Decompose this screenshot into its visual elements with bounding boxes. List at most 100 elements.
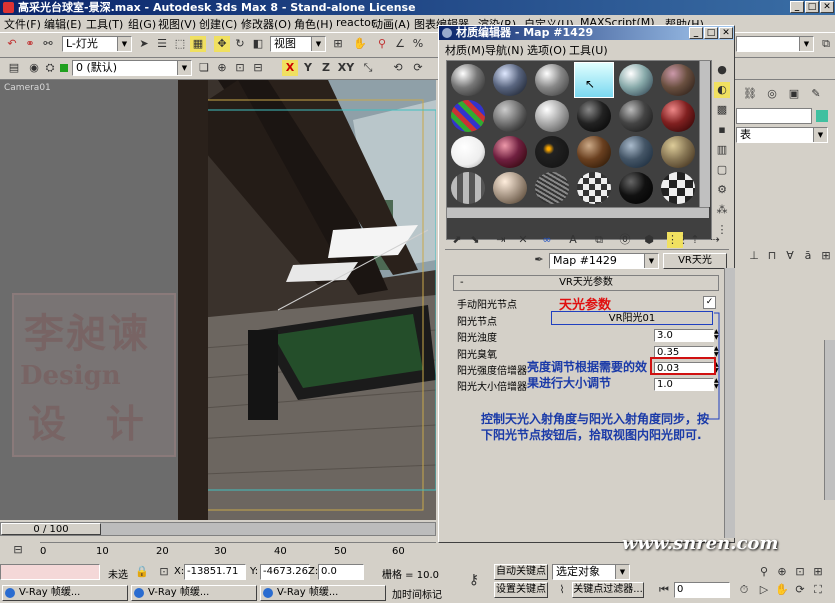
eye-icon[interactable]: ◉ [26, 60, 42, 76]
angle-snap-icon[interactable]: ∠ [392, 36, 408, 52]
layer-select[interactable]: 0 (默认) ▼ [72, 60, 192, 76]
select-by-name-icon[interactable]: ☰ [154, 36, 170, 52]
zoom-icon[interactable]: ⚲ [756, 564, 772, 580]
menu-reactor[interactable]: reactor [336, 16, 375, 29]
menu-edit[interactable]: 编辑(E) [44, 16, 82, 32]
x-coord-field[interactable]: -13851.71 [184, 564, 246, 580]
menu-character[interactable]: 角色(H) [294, 16, 333, 32]
rotate-icon[interactable]: ↻ [232, 36, 248, 52]
percent-snap-icon[interactable]: % [410, 36, 426, 52]
params-scrollbar[interactable] [724, 268, 735, 538]
ref-coord-select[interactable]: 视图 ▼ [270, 36, 326, 52]
menu-file[interactable]: 文件(F) [4, 16, 41, 32]
pin-stack-icon[interactable]: ⊥ [746, 248, 762, 264]
normal-align-icon[interactable]: ⟳ [410, 60, 426, 76]
mirror-icon[interactable]: ⧉ [818, 36, 834, 52]
show-end-result-icon[interactable]: ⊓ [764, 248, 780, 264]
display-icon[interactable]: ▣ [786, 86, 802, 102]
absolute-mode-icon[interactable]: ⊡ [156, 564, 172, 580]
align-icon[interactable]: ⟲ [390, 60, 406, 76]
unlink-icon[interactable]: ⚯ [40, 36, 56, 52]
menu-modifiers[interactable]: 修改器(O) [241, 16, 291, 32]
axis-constraint-icon[interactable]: ⤡ [360, 60, 376, 76]
tick-label: 60 [392, 546, 405, 557]
vray-frame-buffer-1-label: V-Ray 帧缓... [19, 587, 81, 598]
set-key-button[interactable]: 设置关键点 [494, 582, 548, 598]
make-unique-icon[interactable]: ∀ [782, 248, 798, 264]
axis-xy-button[interactable]: XY [336, 60, 356, 76]
time-slider[interactable]: 0 / 100 [0, 522, 436, 536]
vray-frame-buffer-2[interactable]: V-Ray 帧缓... [131, 585, 257, 601]
orbit-icon[interactable]: ⟳ [792, 582, 808, 598]
z-coord-field[interactable]: 0.0 [318, 564, 364, 580]
auto-key-button[interactable]: 自动关键点 [494, 564, 548, 580]
remove-modifier-icon[interactable]: ā [800, 248, 816, 264]
menu-animation[interactable]: 动画(A) [372, 16, 410, 32]
link-icon[interactable]: ⚭ [22, 36, 38, 52]
vray-frame-buffer-1[interactable]: V-Ray 帧缓... [2, 585, 128, 601]
maxscript-listener[interactable] [0, 564, 100, 580]
key-mode-icon[interactable]: ⌇ [554, 582, 570, 598]
move-icon[interactable]: ✥ [214, 36, 230, 52]
vray-frame-buffer-2-label: V-Ray 帧缓... [148, 587, 210, 598]
layer-select-icon[interactable]: ⊡ [232, 60, 248, 76]
layer-add-icon[interactable]: ⊕ [214, 60, 230, 76]
time-config-icon[interactable]: ⏱ [736, 582, 752, 598]
camera-viewport[interactable]: Camera01 李昶谏 Design 设 计 [0, 80, 436, 520]
zoom-extents-icon[interactable]: ⊡ [792, 564, 808, 580]
command-panel: ⛓ ◎ ▣ ✎ 表 ▼ ⊥ ⊓ ∀ ā ⊞ [736, 80, 835, 520]
menu-views[interactable]: 视图(V) [158, 16, 196, 32]
motion-icon[interactable]: ◎ [764, 86, 780, 102]
add-time-tag[interactable]: 加时间标记 [392, 586, 442, 601]
pan-icon[interactable]: ✋ [774, 582, 790, 598]
axis-x-button[interactable]: X [282, 60, 298, 76]
y-coord-field[interactable]: -4673.262 [260, 564, 310, 580]
maximize-icon[interactable]: □ [805, 1, 819, 13]
lock-icon[interactable]: 🔒 [134, 564, 150, 580]
axis-z-button[interactable]: Z [318, 60, 334, 76]
object-name-field[interactable] [736, 108, 812, 124]
axis-y-button[interactable]: Y [300, 60, 316, 76]
utilities-icon[interactable]: ✎ [808, 86, 824, 102]
configure-modifier-icon[interactable]: ⊞ [818, 248, 834, 264]
go-to-start-icon[interactable]: ⏮ [656, 582, 672, 598]
panel-scrollbar[interactable] [824, 340, 835, 500]
hierarchy-icon[interactable]: ⛓ [742, 86, 758, 102]
window-crossing-icon[interactable]: ▦ [190, 36, 206, 52]
designer-watermark: 李昶谏 Design 设 计 [12, 293, 176, 457]
undo-icon[interactable]: ↶ [4, 36, 20, 52]
key-mode-select[interactable]: 选定对象 ▼ [552, 564, 630, 580]
pivot-icon[interactable]: ⊞ [330, 36, 346, 52]
menu-tools[interactable]: 工具(T) [86, 16, 123, 32]
menu-create[interactable]: 创建(C) [199, 16, 237, 32]
time-slider-thumb[interactable]: 0 / 100 [1, 523, 101, 535]
layer-new-icon[interactable]: ❏ [196, 60, 212, 76]
freeze-icon[interactable]: ⛭ [42, 60, 58, 76]
manipulate-icon[interactable]: ✋ [352, 36, 368, 52]
key-icon[interactable]: ⚷ [466, 572, 482, 588]
layer-current-icon[interactable]: ⊟ [250, 60, 266, 76]
trackbar-icon[interactable]: ⊟ [10, 542, 26, 558]
menu-group[interactable]: 组(G) [128, 16, 156, 32]
scale-icon[interactable]: ◧ [250, 36, 266, 52]
snap-icon[interactable]: ⚲ [374, 36, 390, 52]
layers-icon[interactable]: ▤ [6, 60, 22, 76]
key-filters-button[interactable]: 关键点过滤器... [572, 582, 644, 598]
tick-label: 40 [274, 546, 287, 557]
minimize-icon[interactable]: _ [790, 1, 804, 13]
select-icon[interactable]: ➤ [136, 36, 152, 52]
rect-region-icon[interactable]: ⬚ [172, 36, 188, 52]
close-icon[interactable]: ✕ [820, 1, 834, 13]
vray-frame-buffer-3[interactable]: V-Ray 帧缓... [260, 585, 386, 601]
object-color-swatch[interactable] [816, 110, 828, 122]
modifier-list-select[interactable]: 表 ▼ [736, 127, 828, 143]
named-selection-select[interactable]: ▼ [736, 36, 814, 52]
current-frame-field[interactable]: 0 [674, 582, 730, 598]
track-bar[interactable]: 0 10 20 30 40 50 60 [40, 542, 436, 562]
watermark-line-3: 设 计 [28, 401, 144, 446]
zoom-extents-all-icon[interactable]: ⊞ [810, 564, 826, 580]
maximize-viewport-icon[interactable]: ⛶ [810, 582, 826, 598]
zoom-all-icon[interactable]: ⊕ [774, 564, 790, 580]
selection-filter-select[interactable]: L-灯光 ▼ [62, 36, 132, 52]
fov-icon[interactable]: ▷ [756, 582, 772, 598]
